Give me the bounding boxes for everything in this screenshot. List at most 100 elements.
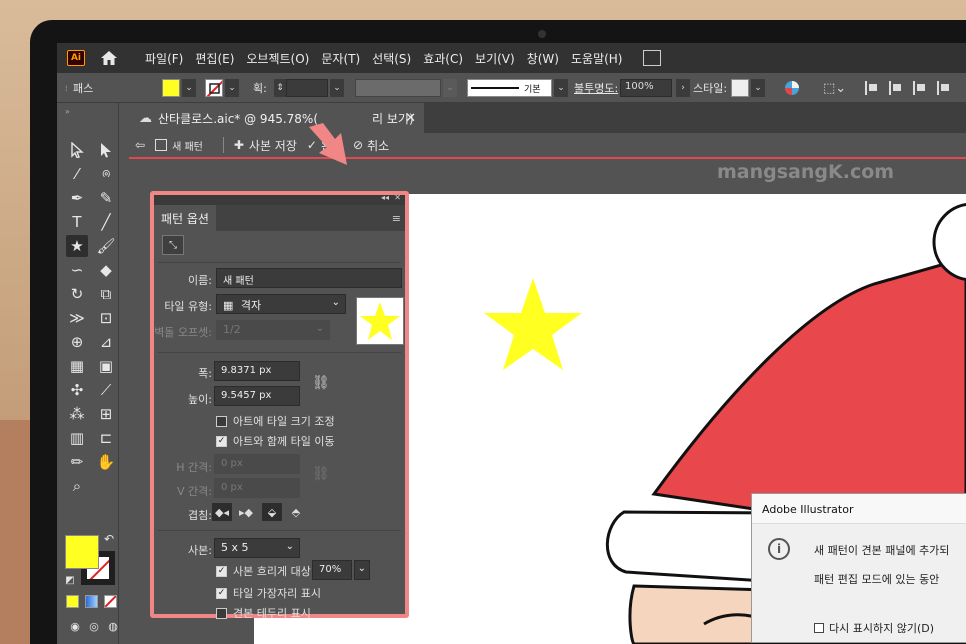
dim-copies-dropdown[interactable]: ⌄ <box>354 560 370 580</box>
brush-definition[interactable]: 기본 ⌄ <box>467 73 568 103</box>
direct-selection-tool-icon[interactable] <box>95 139 117 161</box>
graphic-style-dropdown[interactable]: ⌄ <box>751 79 765 97</box>
color-mode-icon[interactable] <box>66 595 79 608</box>
selection-tool-icon[interactable] <box>66 139 88 161</box>
width-tool-icon[interactable]: ≫ <box>66 307 88 329</box>
eyedropper-tool-icon[interactable]: ⟋ <box>95 379 117 401</box>
rotate-tool-icon[interactable]: ↻ <box>66 283 88 305</box>
tile-type-select[interactable]: ▦ 격자 ⌄ <box>216 294 346 314</box>
move-tile-with-art-checkbox[interactable]: ✓ 아트와 함께 타일 이동 <box>216 433 335 449</box>
hand-tool-icon[interactable]: ✋ <box>95 451 117 473</box>
shape-builder-tool-icon[interactable]: ⊕ <box>66 331 88 353</box>
mesh-tool-icon[interactable]: ▦ <box>66 355 88 377</box>
opacity-control[interactable]: 100% › <box>620 73 690 103</box>
recolor-icon[interactable] <box>783 73 801 103</box>
menu-help[interactable]: 도움말(H) <box>565 50 629 67</box>
overlap-bottom-in-front-icon[interactable]: ⬘ <box>286 503 306 521</box>
stepper-arrows-icon[interactable]: ⇕ <box>274 79 286 97</box>
stroke-swatch[interactable] <box>205 79 223 97</box>
menu-select[interactable]: 선택(S) <box>366 50 417 67</box>
stroke-dropdown[interactable]: ⌄ <box>225 79 239 97</box>
profile-dropdown[interactable]: ⌄ <box>443 79 457 97</box>
cancel-button[interactable]: ⊘ 취소 <box>353 137 389 154</box>
graphic-style-swatch[interactable] <box>731 79 749 97</box>
document-tab[interactable]: ☁ 산타클로스.aic* @ 945.78%( 리 보기) ✕ <box>129 103 424 133</box>
graphic-style-control[interactable]: ⌄ <box>731 73 765 103</box>
pen-tool-icon[interactable]: ✒ <box>66 187 88 209</box>
fill-control[interactable]: ⌄ <box>162 73 196 103</box>
overlap-right-in-front-icon[interactable]: ▸◆ <box>236 503 256 521</box>
copies-select[interactable]: 5 x 5 ⌄ <box>214 538 300 558</box>
line-tool-icon[interactable]: ╱ <box>95 211 117 233</box>
type-tool-icon[interactable]: T <box>66 211 88 233</box>
stroke-control[interactable]: ⌄ <box>205 73 239 103</box>
curvature-tool-icon[interactable]: ✎ <box>95 187 117 209</box>
lasso-tool-icon[interactable]: ၐ <box>95 163 117 185</box>
opacity-arrow-icon[interactable]: › <box>676 79 690 97</box>
stroke-weight-dropdown[interactable]: ⌄ <box>330 79 344 97</box>
collapse-icon[interactable]: ◂◂ <box>381 193 389 202</box>
panel-close-icon[interactable]: ✕ <box>394 193 401 202</box>
eraser-tool-icon[interactable]: ◆ <box>95 259 117 281</box>
fill-swatch[interactable] <box>162 79 180 97</box>
gradient-mode-icon[interactable] <box>85 595 98 608</box>
save-copy-button[interactable]: ✚ 사본 저장 <box>234 137 297 154</box>
show-swatch-bounds-checkbox[interactable]: 견본 테두리 표시 <box>216 605 311 621</box>
gradient-tool-icon[interactable]: ▣ <box>95 355 117 377</box>
align-center-icon[interactable] <box>889 81 903 95</box>
brush-dropdown[interactable]: ⌄ <box>554 79 568 97</box>
tab-pattern-options[interactable]: 패턴 옵션 <box>154 205 216 231</box>
pattern-name-input[interactable]: 새 패턴 <box>216 268 402 288</box>
fill-dropdown[interactable]: ⌄ <box>182 79 196 97</box>
back-arrow-icon[interactable]: ⇦ <box>135 138 145 152</box>
swap-fill-stroke-icon[interactable]: ↶ <box>101 531 117 547</box>
symbol-sprayer-tool-icon[interactable]: ⁂ <box>66 403 88 425</box>
height-input[interactable]: 9.5457 px <box>214 386 300 406</box>
artboard-tool-icon[interactable]: ⊏ <box>95 427 117 449</box>
dim-copies-input[interactable]: 70% <box>312 560 352 580</box>
screen-mode-icon[interactable]: ⧉ <box>81 639 103 644</box>
slice-tool-icon[interactable]: ⊞ <box>95 403 117 425</box>
dont-show-again-checkbox[interactable]: 다시 표시하지 않기(D) <box>814 620 934 636</box>
none-mode-icon[interactable] <box>104 595 117 608</box>
transform-icon[interactable]: ⬚⌄ <box>823 73 846 103</box>
paintbrush-tool-icon[interactable]: 🖌 <box>95 235 117 257</box>
variable-width-profile[interactable]: ⌄ <box>355 73 457 103</box>
perspective-grid-tool-icon[interactable]: ⊿ <box>95 331 117 353</box>
star-tool-icon[interactable]: ★ <box>66 235 88 257</box>
free-transform-tool-icon[interactable]: ⊡ <box>95 307 117 329</box>
stroke-weight-input[interactable] <box>286 79 328 97</box>
align-top-icon[interactable] <box>937 81 951 95</box>
opacity-label[interactable]: 불투명도: <box>574 73 618 103</box>
overlap-left-in-front-icon[interactable]: ◆◂ <box>212 503 232 521</box>
link-proportions-icon[interactable]: ⛓ <box>312 375 330 391</box>
zoom-tool-icon[interactable]: ⌕ <box>66 475 88 497</box>
overlap-top-in-front-icon[interactable]: ⬙ <box>262 503 282 521</box>
blend-tool-icon[interactable]: ✣ <box>66 379 88 401</box>
scale-tool-icon[interactable]: ⧉ <box>95 283 117 305</box>
default-colors-icon[interactable]: ◩ <box>63 573 77 587</box>
fill-color-box[interactable] <box>65 535 99 569</box>
menu-file[interactable]: 파일(F) <box>139 50 189 67</box>
magic-wand-tool-icon[interactable]: ⁄ <box>66 163 88 185</box>
menu-view[interactable]: 보기(V) <box>469 50 521 67</box>
opacity-input[interactable]: 100% <box>620 79 672 97</box>
tile-editor-icon[interactable]: ⤡ <box>162 235 184 255</box>
menu-type[interactable]: 문자(T) <box>315 50 366 67</box>
close-icon[interactable]: ✕ <box>405 111 416 126</box>
brush-stroke-preview[interactable]: 기본 <box>467 79 552 97</box>
draw-inside-icon[interactable]: ◍ <box>102 615 124 637</box>
size-tile-to-art-checkbox[interactable]: 아트에 타일 크기 조정 <box>216 413 335 429</box>
dim-copies-checkbox[interactable]: ✓ 사본 흐리게 대상: <box>216 563 315 579</box>
width-input[interactable]: 9.8371 px <box>214 361 300 381</box>
menu-edit[interactable]: 편집(E) <box>189 50 240 67</box>
home-icon[interactable] <box>99 48 119 68</box>
tools-collapse-icon[interactable]: » <box>65 107 70 116</box>
show-tile-edge-checkbox[interactable]: ✓ 타일 가장자리 표시 <box>216 585 321 601</box>
align-right-icon[interactable] <box>913 81 927 95</box>
menu-object[interactable]: 오브젝트(O) <box>240 50 315 67</box>
align-left-icon[interactable] <box>865 81 879 95</box>
stroke-weight-stepper[interactable]: ⇕ ⌄ <box>272 73 344 103</box>
arrange-documents-icon[interactable] <box>642 50 661 66</box>
column-graph-tool-icon[interactable]: ▥ <box>66 427 88 449</box>
